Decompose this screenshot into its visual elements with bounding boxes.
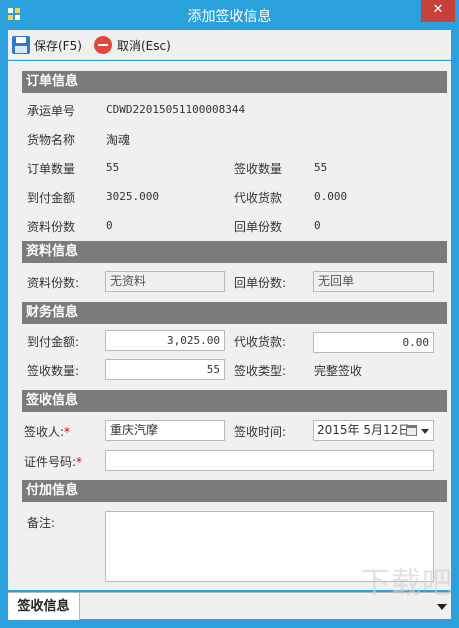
order-info-header: 订单信息 bbox=[22, 71, 447, 93]
receipt-count-value: 0 bbox=[314, 219, 321, 232]
id-no-label: 证件号码:* bbox=[24, 455, 83, 469]
sign-time-label: 签收时间: bbox=[234, 425, 287, 439]
id-no-field[interactable] bbox=[105, 450, 434, 471]
tracking-no-value: CDWD22015051100008344 bbox=[106, 103, 246, 116]
stop-icon bbox=[94, 36, 112, 54]
watermark: 下载吧 bbox=[360, 566, 453, 601]
cancel-button[interactable]: 取消(Esc) bbox=[94, 35, 171, 55]
save-label: 保存(F5) bbox=[34, 38, 82, 53]
sign-type-label: 签收类型: bbox=[234, 364, 287, 378]
form-body: 订单信息 承运单号 CDWD22015051100008344 货物名称 淘魂 … bbox=[8, 61, 451, 590]
collect-field[interactable]: 0.00 bbox=[313, 332, 434, 353]
receipt-field[interactable]: 无回单 bbox=[313, 271, 434, 292]
sign-qty-value: 55 bbox=[314, 161, 328, 174]
finance-info-header: 财务信息 bbox=[22, 302, 447, 324]
sign-time-value: 2015年 5月12日 bbox=[317, 423, 411, 437]
sign-qty-field[interactable]: 55 bbox=[105, 359, 225, 380]
remark-label: 备注: bbox=[27, 516, 56, 530]
cod-amount-value: 3025.000 bbox=[106, 190, 159, 203]
collect-value: 0.000 bbox=[314, 190, 348, 203]
tracking-no-label: 承运单号 bbox=[27, 104, 76, 118]
doc-count-label: 资料份数 bbox=[27, 220, 76, 234]
doc-count-field-label: 资料份数: bbox=[27, 276, 80, 290]
order-qty-value: 55 bbox=[106, 161, 120, 174]
doc-count-field[interactable]: 无资料 bbox=[105, 271, 225, 292]
required-mark: * bbox=[76, 455, 83, 469]
tab-sign-info[interactable]: 签收信息 bbox=[8, 593, 80, 620]
doc-count-value: 0 bbox=[106, 219, 113, 232]
toolbar: 保存(F5) 取消(Esc) bbox=[8, 30, 451, 60]
goods-name-value: 淘魂 bbox=[106, 133, 131, 147]
goods-name-label: 货物名称 bbox=[27, 133, 76, 147]
cod-amount-label: 到付金额 bbox=[27, 191, 76, 205]
doc-info-header: 资料信息 bbox=[22, 241, 447, 263]
floppy-disk-icon bbox=[12, 36, 30, 54]
receipt-count-label: 回单份数 bbox=[234, 220, 283, 234]
save-button[interactable]: 保存(F5) bbox=[12, 35, 82, 55]
collect-field-label: 代收货款: bbox=[234, 335, 287, 349]
cancel-label: 取消(Esc) bbox=[117, 38, 171, 53]
required-mark: * bbox=[64, 425, 71, 439]
title-bar: 添加签收信息 ✕ bbox=[0, 0, 459, 30]
sign-qty-label: 签收数量 bbox=[234, 162, 283, 176]
cod-field[interactable]: 3,025.00 bbox=[105, 330, 225, 351]
order-qty-label: 订单数量 bbox=[27, 162, 76, 176]
sign-qty-field-label: 签收数量: bbox=[27, 364, 80, 378]
sign-info-header: 签收信息 bbox=[22, 390, 447, 412]
chevron-down-icon[interactable] bbox=[437, 604, 447, 610]
sign-time-picker[interactable]: 2015年 5月12日 bbox=[313, 420, 434, 441]
signer-label: 签收人:* bbox=[24, 425, 71, 439]
chevron-down-icon[interactable] bbox=[421, 429, 429, 434]
window-title: 添加签收信息 bbox=[187, 9, 272, 25]
signer-field[interactable]: 重庆汽摩 bbox=[105, 420, 225, 441]
calendar-icon[interactable] bbox=[406, 425, 417, 436]
collect-label: 代收货款 bbox=[234, 191, 283, 205]
cod-field-label: 到付金额: bbox=[27, 335, 80, 349]
receipt-field-label: 回单份数: bbox=[234, 276, 287, 290]
extra-info-header: 付加信息 bbox=[22, 480, 447, 502]
sign-type-value: 完整签收 bbox=[314, 364, 363, 378]
close-button[interactable]: ✕ bbox=[421, 0, 455, 22]
